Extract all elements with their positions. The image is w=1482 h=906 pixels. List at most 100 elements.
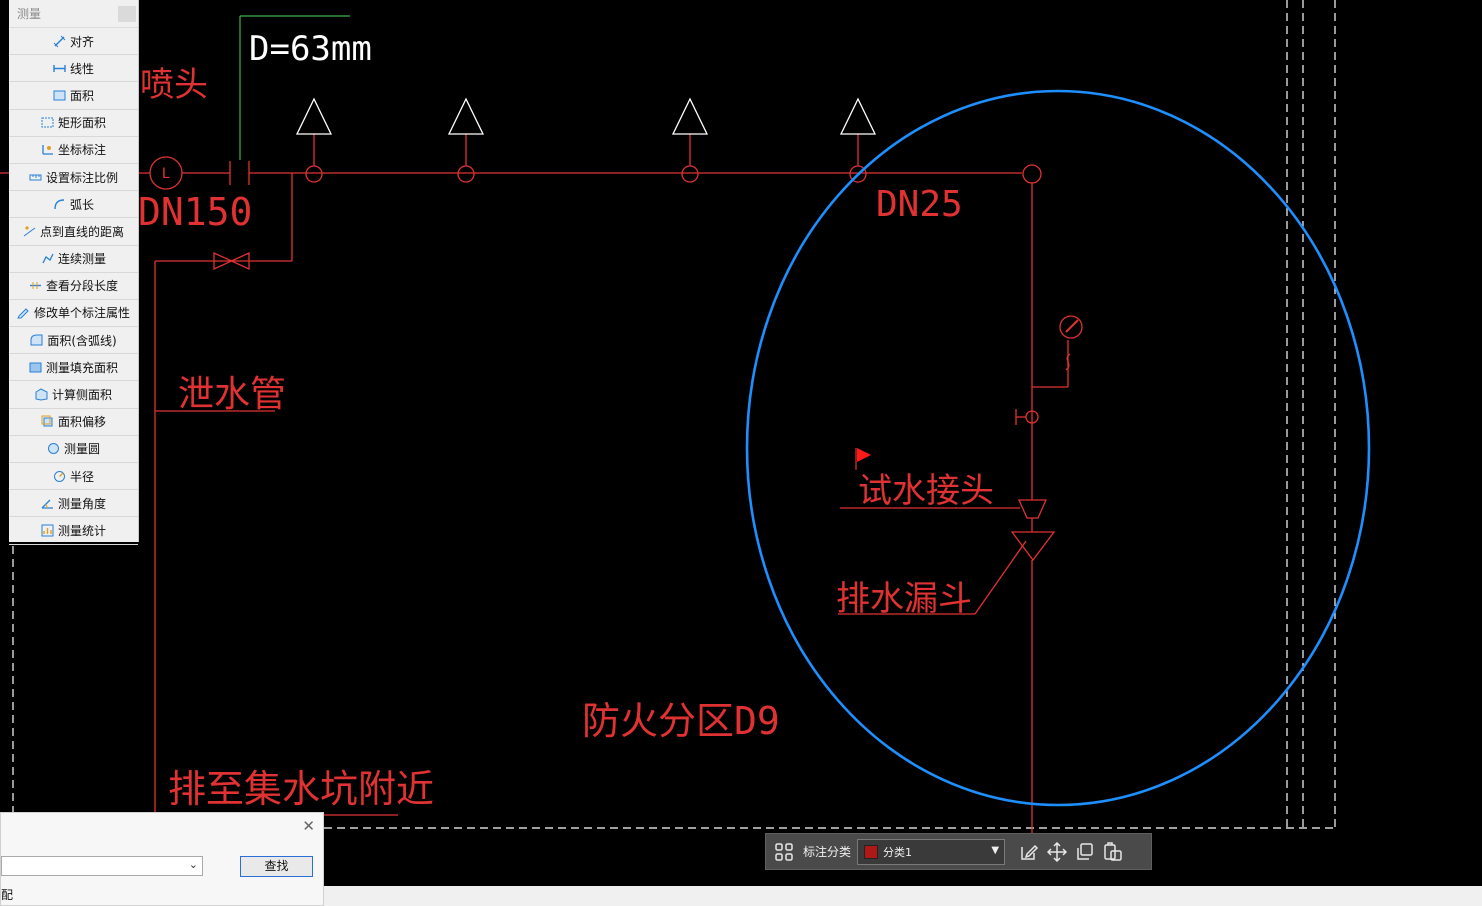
measure-item-coordinate[interactable]: 坐标标注 — [9, 137, 138, 164]
end-node — [1022, 164, 1042, 184]
rect-area-icon — [41, 117, 54, 128]
measure-item-label: 矩形面积 — [57, 116, 106, 131]
measure-item-label: 计算侧面积 — [51, 388, 112, 403]
measure-item-segment-length[interactable]: 查看分段长度 — [9, 273, 138, 300]
align-measure-icon — [53, 35, 66, 47]
drain-pipe-label: 泄水管 — [178, 374, 286, 415]
area-icon — [53, 90, 66, 101]
status-bar — [324, 886, 1482, 906]
radius-icon — [53, 470, 65, 482]
chevron-down-icon: ▼ — [991, 844, 1000, 856]
measure-item-arc-area[interactable]: 面积(含弧线) — [9, 327, 138, 355]
measure-item-edit-annotation[interactable]: 修改单个标注属性 — [9, 300, 138, 328]
measure-item-label: 查看分段长度 — [45, 279, 118, 294]
sprinkler-head — [447, 97, 485, 135]
category-color-swatch — [864, 844, 879, 859]
circle-measure-icon — [47, 443, 59, 455]
measure-item-label: 对齐 — [69, 34, 94, 49]
sprinkler-node — [305, 165, 323, 183]
measure-item-label: 测量填充面积 — [45, 360, 118, 375]
sprinkler-head — [671, 97, 709, 135]
category-select-value: 分类1 — [883, 845, 913, 859]
sprinkler-label: 喷头 — [140, 65, 208, 105]
sprinkler-head — [839, 97, 877, 135]
cad-canvas[interactable]: L D=63mm DN150 DN25 喷头 泄水管 试水接头 排水漏斗 防火分… — [0, 0, 1482, 906]
copy-icon[interactable] — [1075, 842, 1095, 862]
measure-panel-title-text: 测量 — [17, 7, 42, 21]
find-dialog: ✕ ⌄ 查找 配 — [0, 812, 324, 906]
find-dropdown[interactable]: ⌄ — [1, 856, 203, 876]
measure-item-area-offset[interactable]: 面积偏移 — [9, 409, 138, 436]
arc-area-icon — [30, 334, 43, 346]
measure-item-label: 弧长 — [69, 197, 94, 212]
fire-zone-label: 防火分区D9 — [582, 699, 780, 743]
measure-item-label: 测量圆 — [63, 442, 100, 457]
coordinate-icon — [42, 145, 53, 155]
highlight-circle — [745, 89, 1371, 807]
segment-length-icon — [29, 282, 41, 290]
measure-item-angle[interactable]: 测量角度 — [9, 490, 138, 518]
measure-item-side-area[interactable]: 计算侧面积 — [9, 381, 138, 409]
sprinkler-node — [681, 165, 699, 183]
measure-item-linear-measure[interactable]: 线性 — [9, 55, 138, 83]
statistics-icon — [41, 524, 54, 537]
fill-area-icon — [29, 362, 42, 373]
match-option-label[interactable]: 配 — [1, 886, 13, 903]
meter-label: L — [162, 166, 170, 182]
dn150-label: DN150 — [138, 190, 252, 234]
measure-item-label: 点到直线的距离 — [39, 224, 124, 239]
panel-close-button[interactable] — [118, 6, 136, 22]
diameter-label: D=63mm — [249, 29, 372, 69]
edit-annotation-icon — [17, 308, 29, 319]
side-area-icon — [35, 388, 48, 401]
find-button[interactable]: 查找 — [240, 856, 313, 877]
measure-item-label: 连续测量 — [57, 252, 106, 267]
measure-item-label: 坐标标注 — [57, 143, 106, 158]
measure-panel: 测量 对齐线性面积矩形面积坐标标注设置标注比例 弧长点到直线的距离 连续测量查看分段… — [9, 0, 139, 545]
measure-item-statistics[interactable]: 测量统计 — [9, 517, 138, 545]
measure-item-label: 面积 — [69, 88, 94, 103]
measure-item-label: 设置标注比例 — [45, 170, 118, 185]
drain-funnel-symbol — [1010, 531, 1056, 562]
test-connector-symbol — [1017, 499, 1048, 519]
flag-marker — [855, 448, 871, 470]
edit-icon[interactable] — [1019, 842, 1039, 862]
measure-item-label: 修改单个标注属性 — [33, 306, 130, 321]
angle-icon — [41, 499, 53, 509]
test-connector-label: 试水接头 — [858, 471, 994, 511]
linear-measure-icon — [53, 64, 66, 72]
category-label: 标注分类 — [803, 845, 852, 859]
measure-item-rect-area[interactable]: 矩形面积 — [9, 110, 138, 137]
scale-icon — [29, 174, 42, 181]
measure-item-area[interactable]: 面积 — [9, 82, 138, 110]
category-select[interactable]: 分类1 ▼ — [857, 838, 1006, 865]
measure-item-point-line-distance[interactable]: 点到直线的距离 — [9, 218, 138, 246]
move-icon[interactable] — [1047, 841, 1068, 862]
grid-icon[interactable] — [774, 842, 794, 862]
measure-item-circle-measure[interactable]: 测量圆 — [9, 436, 138, 463]
chevron-down-icon: ⌄ — [188, 858, 198, 871]
measure-panel-title: 测量 — [9, 0, 138, 28]
measure-item-label: 面积偏移 — [57, 415, 106, 430]
area-offset-icon — [41, 415, 53, 427]
measure-item-label: 面积(含弧线) — [47, 333, 117, 348]
measure-item-scale[interactable]: 设置标注比例 — [9, 164, 138, 192]
measure-item-continuous-measure[interactable]: 连续测量 — [9, 246, 138, 273]
measure-item-label: 半径 — [69, 469, 94, 484]
measure-item-radius[interactable]: 半径 — [9, 463, 138, 491]
measure-item-align-measure[interactable]: 对齐 — [9, 28, 138, 56]
sprinkler-head — [295, 97, 333, 135]
continuous-measure-icon — [42, 253, 54, 264]
sprinkler-node — [457, 165, 475, 183]
point-line-distance-icon — [23, 226, 36, 237]
annotation-toolbar: 标注分类 分类1 ▼ — [765, 833, 1152, 870]
paste-icon[interactable] — [1103, 841, 1123, 862]
measure-item-label: 测量角度 — [57, 496, 106, 511]
measure-item-arc-length[interactable]: 弧长 — [9, 191, 138, 219]
measure-item-fill-area[interactable]: 测量填充面积 — [9, 354, 138, 382]
measure-item-label: 测量统计 — [57, 523, 106, 538]
dn25-label: DN25 — [876, 184, 963, 225]
to-sump-label: 排至集水坑附近 — [168, 767, 434, 811]
measure-item-label: 线性 — [69, 61, 94, 76]
close-icon[interactable]: ✕ — [302, 819, 315, 834]
